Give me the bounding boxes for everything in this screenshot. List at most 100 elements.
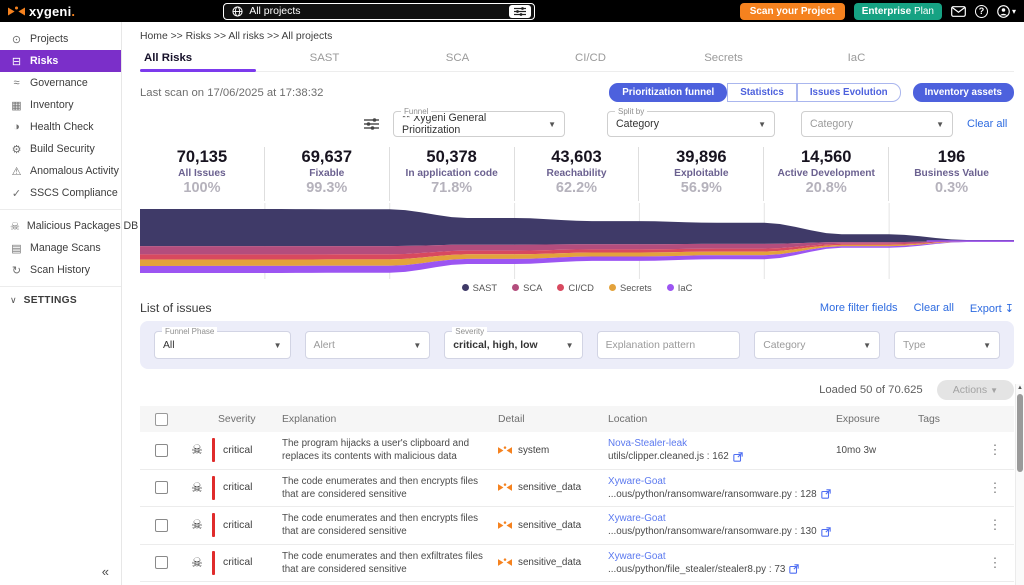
scroll-up-arrow[interactable]: ▲: [1017, 385, 1023, 391]
row-menu-button[interactable]: ⋮: [976, 555, 1014, 571]
clear-all-link[interactable]: Clear all: [967, 118, 1007, 130]
skull-icon: ☠: [10, 220, 20, 233]
type-select[interactable]: Type ▼: [894, 331, 1000, 359]
category-filter-select[interactable]: Category ▼: [754, 331, 880, 359]
location-project-link[interactable]: Xyware-Goat: [608, 476, 836, 487]
compliance-check-icon: ✓: [10, 187, 23, 200]
sidebar-collapse-button[interactable]: «: [102, 564, 109, 579]
tune-icon: [514, 7, 526, 16]
row-checkbox[interactable]: [155, 444, 168, 457]
list-of-issues-title: List of issues: [140, 301, 212, 315]
sidebar-item-sscs-compliance[interactable]: ✓SSCS Compliance: [0, 182, 121, 204]
location-project-link[interactable]: Xyware-Goat: [608, 513, 836, 524]
sidebar-item-risks[interactable]: ⊟Risks: [0, 50, 121, 72]
app-logo[interactable]: xygeni.: [8, 4, 75, 19]
sidebar-item-governance[interactable]: ≈Governance: [0, 72, 121, 94]
external-link-icon[interactable]: [733, 452, 743, 462]
funnel-stage-exploitable: 39,896Exploitable56.9%: [639, 147, 764, 201]
topbar: xygeni. All projects Scan your Project E…: [0, 0, 1024, 22]
row-menu-button[interactable]: ⋮: [976, 517, 1014, 533]
issue-location: Xyware-Goat ...ous/python/ransomware/ran…: [608, 513, 836, 537]
messages-button[interactable]: [951, 6, 966, 17]
sidebar-item-malicious-packages-db[interactable]: ☠Malicious Packages DB: [0, 215, 121, 237]
location-project-link[interactable]: Xyware-Goat: [608, 551, 836, 562]
sidebar-item-scan-history[interactable]: ↻Scan History: [0, 259, 121, 281]
tab-sca[interactable]: SCA: [391, 52, 524, 71]
legend-cicd: CI/CD: [557, 282, 594, 293]
statistics-button[interactable]: Statistics: [727, 83, 797, 102]
chevron-down-icon: ▼: [548, 120, 556, 129]
sidebar-divider: [0, 286, 121, 287]
plan-badge[interactable]: Enterprise Plan: [854, 3, 942, 20]
chevron-down-icon: ▼: [990, 386, 998, 395]
category-select[interactable]: Category ▼: [801, 111, 953, 137]
issue-explanation: The code enumerates and then exfiltrates…: [282, 550, 498, 576]
download-icon: ↧: [1005, 303, 1014, 315]
more-filter-fields-link[interactable]: More filter fields: [820, 302, 898, 314]
row-menu-button[interactable]: ⋮: [976, 442, 1014, 458]
legend-dot: [667, 284, 674, 291]
sidebar: ⊙Projects ⊟Risks ≈Governance ▦Inventory …: [0, 22, 122, 585]
select-all-checkbox[interactable]: [155, 413, 168, 426]
location-project-link[interactable]: Nova-Stealer-leak: [608, 438, 836, 449]
export-link[interactable]: Export ↧: [970, 302, 1014, 315]
severity-select[interactable]: Severity critical, high, low ▼: [444, 331, 582, 359]
legend-iac: IaC: [667, 282, 693, 293]
help-button[interactable]: ?: [975, 5, 988, 18]
xygeni-bowtie-icon: [498, 521, 512, 530]
row-checkbox[interactable]: [155, 519, 168, 532]
funnel-select[interactable]: Funnel ** Xygeni General Prioritization …: [393, 111, 565, 137]
tab-all-risks[interactable]: All Risks: [140, 52, 258, 71]
tab-secrets[interactable]: Secrets: [657, 52, 790, 71]
actions-button[interactable]: Actions ▼: [937, 380, 1014, 400]
funnel-stats: 70,135All Issues100% 69,637Fixable99.3% …: [140, 147, 1014, 201]
tab-sast[interactable]: SAST: [258, 52, 391, 71]
row-menu-button[interactable]: ⋮: [976, 480, 1014, 496]
issue-location: Xyware-Goat ...ous/python/ransomware/ran…: [608, 476, 836, 500]
issues-filter-panel: Funnel Phase All ▼ Alert ▼ Severity crit…: [140, 321, 1014, 369]
issues-table: Severity Explanation Detail Location Exp…: [140, 406, 1014, 585]
sidebar-item-anomalous-activity[interactable]: ⚠Anomalous Activity: [0, 160, 121, 182]
sidebar-item-build-security[interactable]: ⚙Build Security: [0, 138, 121, 160]
external-link-icon[interactable]: [821, 489, 831, 499]
explanation-pattern-input[interactable]: [606, 340, 732, 351]
tab-iac[interactable]: IaC: [790, 52, 923, 71]
issue-exposure: 10mo 3w: [836, 445, 918, 456]
external-link-icon[interactable]: [821, 527, 831, 537]
funnel-stage-reachability: 43,603Reachability62.2%: [515, 147, 640, 201]
scrollbar-thumb[interactable]: [1017, 394, 1023, 472]
split-by-select[interactable]: Split by Category ▼: [607, 111, 775, 137]
funnel-stage-fixable: 69,637Fixable99.3%: [265, 147, 390, 201]
sidebar-item-health-check[interactable]: ◑Health Check: [0, 116, 121, 138]
row-checkbox[interactable]: [155, 481, 168, 494]
sidebar-item-projects[interactable]: ⊙Projects: [0, 28, 121, 50]
tune-icon[interactable]: [364, 118, 379, 130]
sidebar-settings[interactable]: ∨SETTINGS: [0, 295, 121, 306]
chevron-down-icon: ▼: [274, 341, 282, 350]
app-window: xygeni. All projects Scan your Project E…: [0, 0, 1024, 585]
sidebar-item-inventory[interactable]: ▦Inventory: [0, 94, 121, 116]
severity-bar: [212, 513, 215, 537]
xygeni-bowtie-icon: [498, 483, 512, 492]
chevron-down-icon: ▼: [758, 120, 766, 129]
scan-project-button[interactable]: Scan your Project: [740, 3, 845, 20]
funnel-stage-in-application-code: 50,378In application code71.8%: [390, 147, 515, 201]
project-search[interactable]: All projects: [223, 3, 535, 20]
funnel-select-label: Funnel: [401, 107, 431, 116]
external-link-icon[interactable]: [789, 564, 799, 574]
issues-evolution-button[interactable]: Issues Evolution: [797, 83, 901, 102]
prioritization-funnel-button[interactable]: Prioritization funnel: [609, 83, 727, 102]
account-icon: [997, 5, 1010, 18]
history-icon: ↻: [10, 264, 23, 277]
funnel-phase-select[interactable]: Funnel Phase All ▼: [154, 331, 291, 359]
clear-all-filters-link[interactable]: Clear all: [914, 302, 954, 314]
governance-icon: ≈: [10, 77, 23, 89]
sidebar-item-manage-scans[interactable]: ▤Manage Scans: [0, 237, 121, 259]
alert-select[interactable]: Alert ▼: [305, 331, 431, 359]
inventory-assets-button[interactable]: Inventory assets: [913, 83, 1014, 102]
xygeni-bowtie-icon: [498, 446, 512, 455]
row-checkbox[interactable]: [155, 556, 168, 569]
search-filter-button[interactable]: [509, 5, 531, 18]
account-menu-button[interactable]: ▾: [997, 5, 1016, 18]
tab-cicd[interactable]: CI/CD: [524, 52, 657, 71]
